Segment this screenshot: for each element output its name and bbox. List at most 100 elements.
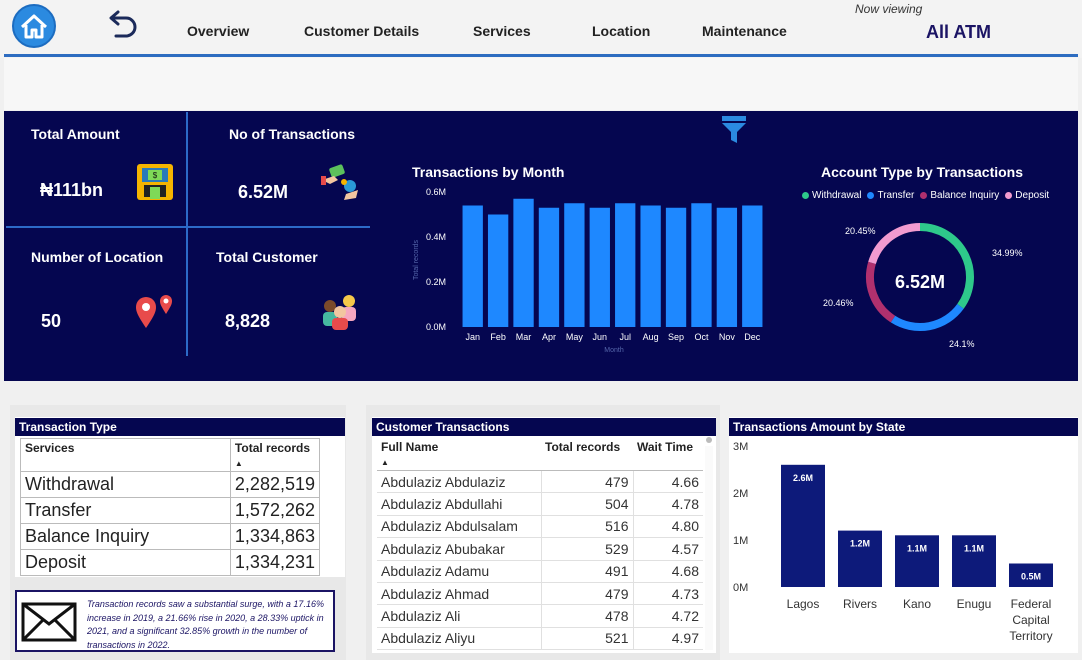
legend-label-balance-inquiry: Balance Inquiry: [930, 190, 1000, 201]
state-x-label: Rivers: [843, 597, 877, 611]
service-records: 1,334,863: [229, 523, 321, 550]
table-row[interactable]: Abdulaziz Abdulaziz 479 4.66: [377, 470, 703, 494]
monthly-bar: [513, 198, 534, 327]
customer-records: 479: [540, 470, 633, 494]
nav-maintenance[interactable]: Maintenance: [702, 23, 787, 39]
kpi-locations-value: 50: [41, 311, 62, 331]
table-row[interactable]: Transfer 1,572,262: [20, 497, 321, 524]
col-wait-time[interactable]: Wait Time: [633, 438, 703, 471]
kpi-transactions-value: 6.52M: [238, 182, 289, 202]
kpi-divider-horizontal: [6, 226, 370, 228]
sort-ascending-icon: ▲: [381, 458, 389, 467]
table-row[interactable]: Abdulaziz Adamu 491 4.68: [377, 560, 703, 583]
customer-name: Abdulaziz Adamu: [377, 560, 541, 583]
legend-withdrawal[interactable]: Withdrawal: [802, 190, 861, 201]
table-row[interactable]: Balance Inquiry 1,334,863: [20, 523, 321, 550]
monthly-bar: [640, 205, 661, 327]
donut-label-transfer: 24.1%: [949, 339, 975, 349]
scroll-up-icon[interactable]: [706, 437, 712, 443]
donut-label-balance-inquiry: 20.46%: [823, 298, 854, 308]
table-row[interactable]: Deposit 1,334,231: [20, 549, 321, 576]
monthly-bar: [538, 207, 560, 327]
monthly-x-tick: Jul: [619, 332, 631, 342]
monthly-x-tick: Sep: [668, 332, 684, 342]
state-x-label: Capital: [1012, 613, 1049, 627]
home-icon: [20, 14, 48, 39]
nav-location[interactable]: Location: [592, 23, 650, 39]
customer-name: Abdulaziz Aliyu: [377, 627, 541, 651]
filter-icon[interactable]: [720, 114, 748, 144]
nav-overview[interactable]: Overview: [187, 23, 249, 39]
atm-icon: $: [137, 164, 173, 200]
monthly-x-tick: Nov: [719, 332, 736, 342]
donut-center-value: 6.52M: [894, 272, 946, 292]
service-records: 2,282,519: [229, 471, 321, 498]
customer-records: 504: [540, 492, 633, 516]
service-name: Withdrawal: [20, 471, 231, 498]
monthly-bar: [742, 205, 763, 327]
state-chart-title: Transactions Amount by State: [729, 418, 1078, 436]
table-row[interactable]: Abdulaziz Abdullahi 504 4.78: [377, 492, 703, 516]
col-full-name[interactable]: Full Name ▲: [377, 438, 541, 471]
customer-records: 479: [540, 582, 633, 606]
table-row[interactable]: Abdulaziz Ali 478 4.72: [377, 604, 703, 628]
people-icon: [323, 295, 356, 330]
state-y-tick: 2M: [733, 488, 748, 500]
customer-wait-time: 4.78: [632, 492, 703, 516]
insight-text: Transaction records saw a substantial su…: [87, 599, 324, 650]
monthly-y-tick: 0.2M: [426, 277, 446, 287]
sort-ascending-icon: ▲: [234, 459, 243, 468]
state-x-label: Lagos: [787, 597, 820, 611]
legend-balance-inquiry[interactable]: Balance Inquiry: [920, 190, 999, 201]
legend-deposit[interactable]: Deposit: [1005, 190, 1049, 201]
customer-records: 516: [540, 515, 633, 539]
monthly-y-tick: 0.0M: [426, 322, 446, 332]
now-viewing-value[interactable]: All ATM: [926, 22, 991, 43]
customer-records: 521: [540, 627, 633, 651]
legend-label-withdrawal: Withdrawal: [812, 190, 862, 201]
state-x-label: Federal: [1011, 597, 1052, 611]
state-x-label: Territory: [1009, 629, 1052, 643]
back-button[interactable]: [104, 8, 140, 44]
monthly-x-tick: May: [566, 332, 584, 342]
home-button[interactable]: [12, 4, 56, 48]
account-chart-title: Account Type by Transactions: [821, 164, 1024, 180]
customer-name: Abdulaziz Ahmad: [377, 582, 541, 606]
service-name: Balance Inquiry: [20, 523, 231, 550]
col-total-records[interactable]: Total records ▲: [229, 438, 321, 472]
table-row[interactable]: Abdulaziz Ahmad 479 4.73: [377, 582, 703, 606]
col-customer-records[interactable]: Total records: [541, 438, 633, 471]
monthly-bar: [589, 207, 610, 327]
table-row[interactable]: Abdulaziz Abdulsalam 516 4.80: [377, 515, 703, 539]
table-row[interactable]: Withdrawal 2,282,519: [20, 471, 321, 498]
legend-label-transfer: Transfer: [877, 190, 915, 201]
nav-customer-details[interactable]: Customer Details: [304, 23, 419, 39]
donut-slice: [890, 303, 964, 331]
monthly-bar: [691, 203, 712, 327]
account-chart-legend: Withdrawal Transfer Balance Inquiry Depo…: [802, 190, 1049, 201]
monthly-x-tick: Apr: [542, 332, 556, 342]
money-exchange-icon: [321, 164, 358, 200]
col-services[interactable]: Services: [20, 438, 231, 472]
nav-services[interactable]: Services: [473, 23, 531, 39]
donut-label-withdrawal: 34.99%: [992, 248, 1023, 258]
legend-transfer[interactable]: Transfer: [867, 190, 914, 201]
customer-name: Abdulaziz Abdulaziz: [377, 470, 541, 494]
customer-records: 491: [540, 560, 633, 583]
kpi-locations-title: Number of Location: [31, 249, 164, 265]
customer-records: 478: [540, 604, 633, 628]
monthly-bar: [615, 203, 636, 327]
legend-label-deposit: Deposit: [1015, 190, 1050, 201]
monthly-x-tick: Jun: [593, 332, 608, 342]
monthly-bar: [665, 207, 687, 327]
now-viewing-label: Now viewing: [855, 2, 923, 16]
table-scrollbar[interactable]: [705, 446, 713, 650]
monthly-x-axis-label: Month: [604, 347, 624, 354]
legend-dot-transfer: [867, 192, 875, 199]
table-row[interactable]: Abdulaziz Aliyu 521 4.97: [377, 627, 703, 651]
monthly-bar: [487, 214, 509, 327]
kpi-customers-title: Total Customer: [216, 249, 318, 265]
customer-wait-time: 4.80: [632, 515, 703, 539]
monthly-y-tick: 0.4M: [426, 232, 446, 242]
table-row[interactable]: Abdulaziz Abubakar 529 4.57: [377, 537, 703, 561]
